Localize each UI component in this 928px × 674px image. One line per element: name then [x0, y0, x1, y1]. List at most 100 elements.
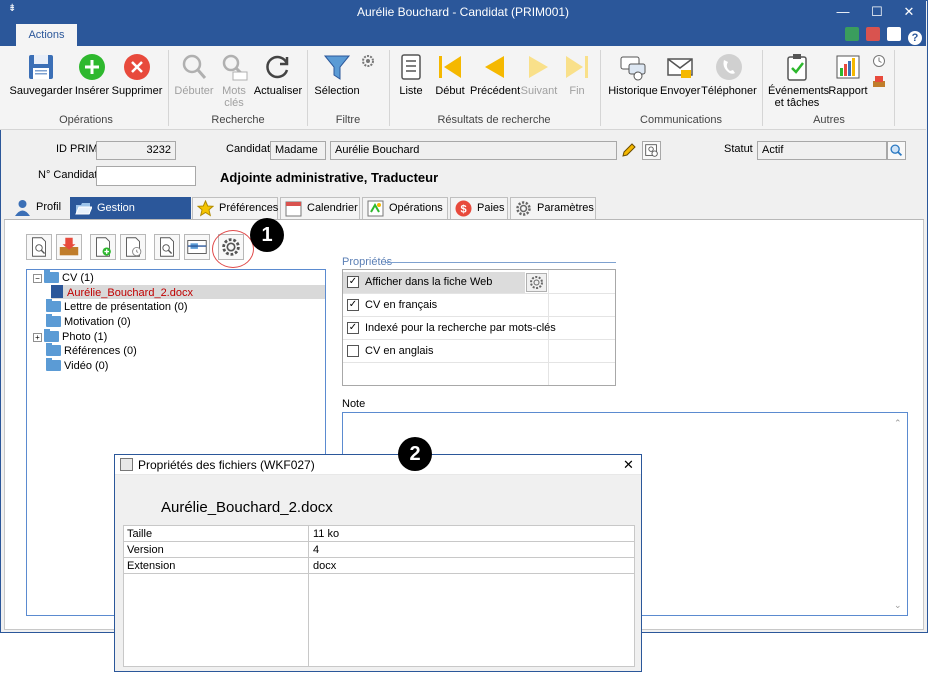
start-search-button[interactable]: Débuter	[172, 52, 216, 97]
tree-item-label: Références (0)	[64, 345, 137, 357]
ribbon-separator	[894, 50, 895, 126]
property-row-web[interactable]: ✓ Afficher dans la fiche Web	[343, 271, 615, 294]
tab-parametres-label: Paramètres	[537, 202, 594, 214]
dialog-title-bar: Propriétés des fichiers (WKF027) ✕	[115, 455, 641, 475]
refresh-label: Actualiser	[253, 85, 303, 97]
first-button[interactable]: Début	[432, 52, 468, 97]
star-icon	[197, 200, 214, 217]
ribbon-tab-actions[interactable]: Actions	[16, 24, 77, 46]
list-button[interactable]: Liste	[393, 52, 429, 97]
statut-field[interactable]: Actif	[757, 141, 887, 160]
row-key: Extension	[127, 560, 176, 572]
edit-name-button[interactable]	[619, 141, 638, 160]
document-history-button[interactable]	[120, 234, 146, 260]
preview-document-button[interactable]	[154, 234, 180, 260]
events-label-1: Événements	[768, 85, 830, 97]
save-button[interactable]: Sauvegarder	[8, 52, 74, 97]
close-button[interactable]: ✕	[892, 0, 926, 24]
tab-paies[interactable]: $ Paies	[450, 197, 508, 219]
dialog-filename: Aurélie_Bouchard_2.docx	[161, 499, 333, 516]
previous-button[interactable]: Précédent	[470, 52, 520, 97]
tab-gestion-documents[interactable]: Gestion documents	[70, 197, 191, 234]
selection-filter-button[interactable]: Sélection	[312, 52, 362, 97]
property-row-indexed[interactable]: ✓ Indexé pour la recherche par mots-clés	[343, 317, 615, 340]
collapse-icon[interactable]: −	[33, 274, 42, 283]
property-label-en: CV en anglais	[365, 345, 434, 357]
gear-icon	[530, 276, 543, 289]
tree-item-lettre[interactable]: Lettre de présentation (0)	[46, 299, 188, 314]
checkbox-indexed[interactable]: ✓	[347, 322, 359, 334]
scroll-down-icon[interactable]: ⌄	[894, 600, 902, 611]
candidate-card-button[interactable]	[642, 141, 661, 160]
clock-history-icon[interactable]	[872, 54, 886, 68]
candidate-name-field[interactable]: Aurélie Bouchard	[330, 141, 617, 160]
last-button[interactable]: Fin	[560, 52, 594, 97]
delete-button[interactable]: Supprimer	[110, 52, 164, 97]
view-document-button[interactable]	[26, 234, 52, 260]
report-button[interactable]: Rapport	[826, 52, 870, 97]
file-properties-table: Taille 11 ko Version 4 Extension docx	[123, 525, 635, 667]
dialog-close-button[interactable]: ✕	[623, 455, 634, 475]
id-prim-label: ID PRIM	[56, 143, 98, 155]
tab-preferences[interactable]: Préférences	[192, 197, 278, 219]
keywords-label-1: Mots	[222, 85, 246, 97]
property-label-indexed: Indexé pour la recherche par mots-clés	[365, 322, 556, 334]
tray-icon[interactable]	[872, 74, 886, 88]
group-label-results: Résultats de recherche	[437, 114, 551, 126]
events-tasks-button[interactable]: Événements et tâches	[768, 52, 830, 109]
filter-settings-gear-icon[interactable]	[361, 54, 375, 68]
scroll-up-icon[interactable]: ⌃	[894, 418, 902, 429]
keywords-button[interactable]: Mots clés	[216, 52, 252, 109]
no-candidat-field[interactable]	[96, 166, 196, 186]
phone-button[interactable]: Téléphoner	[700, 52, 758, 97]
calculator-icon[interactable]	[844, 27, 859, 41]
scan-document-button[interactable]	[184, 234, 210, 260]
print-icon[interactable]	[886, 27, 901, 41]
tree-item-cv[interactable]: − CV (1)	[33, 270, 94, 285]
tree-item-video[interactable]: Vidéo (0)	[46, 358, 108, 373]
tree-item-file[interactable]: Aurélie_Bouchard_2.docx	[51, 285, 325, 299]
tree-item-photo[interactable]: + Photo (1)	[33, 329, 108, 344]
web-settings-button[interactable]	[526, 273, 547, 292]
minimize-button[interactable]: —	[826, 0, 860, 24]
tab-calendrier[interactable]: Calendrier	[280, 197, 360, 219]
import-document-button[interactable]	[56, 234, 82, 260]
tree-item-references[interactable]: Références (0)	[46, 343, 137, 358]
maximize-button[interactable]: ☐	[860, 0, 894, 24]
phone-icon	[716, 54, 742, 80]
property-row-en[interactable]: CV en anglais	[343, 340, 615, 363]
tab-profil[interactable]: Profil	[10, 197, 68, 219]
tree-item-label: Lettre de présentation (0)	[64, 301, 188, 313]
insert-button[interactable]: Insérer	[74, 52, 110, 97]
send-button[interactable]: Envoyer	[660, 52, 700, 97]
pencil-icon	[622, 143, 636, 157]
checkbox-fr[interactable]: ✓	[347, 299, 359, 311]
refresh-button[interactable]: Actualiser	[252, 52, 304, 97]
history-button[interactable]: Historique	[606, 52, 660, 97]
calendar-icon[interactable]	[865, 27, 880, 41]
expand-icon[interactable]: +	[33, 333, 42, 342]
checkbox-en[interactable]	[347, 345, 359, 357]
tree-item-motivation[interactable]: Motivation (0)	[46, 314, 131, 329]
events-label-2: et tâches	[774, 97, 820, 109]
plus-circle-icon	[79, 54, 105, 80]
next-button[interactable]: Suivant	[519, 52, 559, 97]
save-label: Sauvegarder	[9, 85, 73, 97]
tab-gestion-documents-label: Gestion documents	[97, 202, 151, 234]
tab-parametres[interactable]: Paramètres	[510, 197, 596, 219]
tree-item-label: Photo (1)	[62, 331, 108, 343]
gear-icon	[516, 201, 531, 216]
help-icon[interactable]: ?	[908, 31, 922, 45]
add-document-button[interactable]	[90, 234, 116, 260]
tab-operations[interactable]: Opérations	[362, 197, 448, 219]
app-icon	[120, 458, 133, 471]
statut-label: Statut	[724, 143, 753, 155]
scanner-icon	[187, 240, 207, 254]
property-row-fr[interactable]: ✓ CV en français	[343, 294, 615, 317]
civility-field[interactable]: Madame	[270, 141, 326, 160]
checkbox-web[interactable]: ✓	[347, 276, 359, 288]
ribbon-separator	[168, 50, 169, 126]
bar-chart-report-icon	[836, 55, 860, 79]
statut-search-button[interactable]	[887, 141, 906, 160]
window-title: Aurélie Bouchard - Candidat (PRIM001)	[356, 5, 570, 19]
